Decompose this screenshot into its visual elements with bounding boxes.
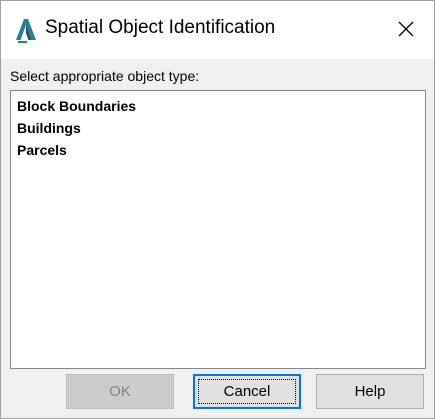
close-button[interactable] (386, 11, 426, 47)
list-item-buildings[interactable]: Buildings (11, 117, 425, 139)
title-bar: Spatial Object Identification (1, 1, 434, 59)
ok-button[interactable]: OK (66, 374, 174, 409)
close-icon (398, 21, 414, 37)
object-type-listbox[interactable]: Block Boundaries Buildings Parcels (10, 90, 426, 369)
window-title: Spatial Object Identification (45, 17, 276, 38)
help-button[interactable]: Help (316, 374, 424, 409)
list-item-block-boundaries[interactable]: Block Boundaries (11, 95, 425, 117)
app-icon (15, 18, 37, 44)
spatial-object-dialog: Spatial Object Identification Select app… (0, 0, 435, 419)
cancel-button[interactable]: Cancel (193, 374, 301, 409)
focus-ring (198, 379, 296, 404)
list-item-parcels[interactable]: Parcels (11, 139, 425, 161)
object-type-prompt: Select appropriate object type: (10, 68, 200, 84)
